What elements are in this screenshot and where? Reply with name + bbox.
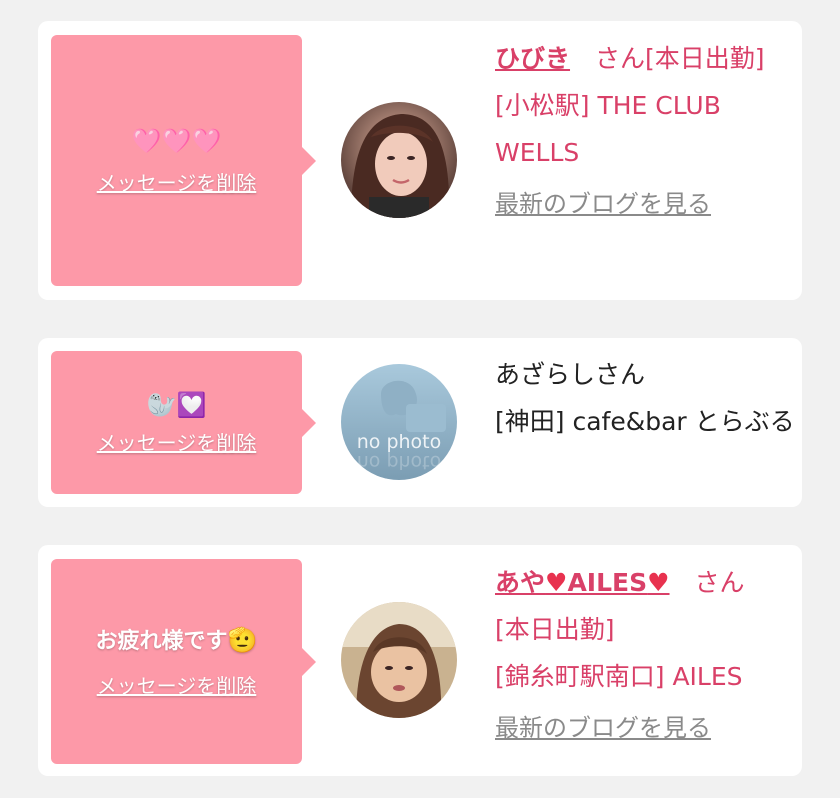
sender-name-link[interactable]: あや♥AILES♥ xyxy=(495,568,670,597)
avatar[interactable]: no photo no photo xyxy=(341,364,457,480)
heart-icon: ♥ xyxy=(647,568,670,597)
sender-name-part1: あや xyxy=(495,568,546,597)
heart-icon: ♥ xyxy=(545,568,568,597)
no-photo-label: no photo xyxy=(357,431,442,453)
sender-suffix: さん xyxy=(669,568,745,597)
working-today-label: [本日出勤] xyxy=(495,615,615,644)
message-emoji: 🫡 xyxy=(227,625,258,654)
sender-name-link[interactable]: ひびき xyxy=(495,44,570,73)
message-body: お疲れ様です xyxy=(95,628,228,654)
sender-suffix: さん[本日出勤] xyxy=(570,44,765,73)
message-info: あや♥AILES♥ さん [本日出勤] [錦糸町駅南口] AILES 最新のブロ… xyxy=(495,559,795,751)
message-bubble: 🦭💟 メッセージを削除 xyxy=(51,351,316,494)
message-emoji: 🩷🩷🩷 xyxy=(131,126,222,155)
avatar-photo xyxy=(341,602,457,718)
message-bubble: 🩷🩷🩷 メッセージを削除 xyxy=(51,35,316,286)
no-photo-placeholder: no photo no photo xyxy=(341,364,457,480)
blog-link[interactable]: 最新のブログを見る xyxy=(495,184,711,224)
shop-name: [小松駅] THE CLUB WELLS xyxy=(495,91,721,167)
message-info: ひびき さん[本日出勤] [小松駅] THE CLUB WELLS 最新のブログ… xyxy=(495,35,795,227)
message-card: お疲れ様です🫡 メッセージを削除 あや♥AILES♥ さん [本日出勤] [錦糸… xyxy=(38,545,802,776)
avatar-photo xyxy=(341,102,457,218)
no-photo-reflection: no photo xyxy=(357,451,442,473)
message-emoji: 🦭💟 xyxy=(146,390,207,419)
delete-message-link[interactable]: メッセージを削除 xyxy=(97,169,257,197)
shop-name: [錦糸町駅南口] AILES xyxy=(495,662,743,691)
sender-name-part2: AILES xyxy=(567,568,648,597)
message-bubble: お疲れ様です🫡 メッセージを削除 xyxy=(51,559,316,764)
message-info: あざらしさん [神田] cafe&bar とらぶる xyxy=(495,351,795,445)
delete-message-link[interactable]: メッセージを削除 xyxy=(97,672,257,700)
message-card: 🩷🩷🩷 メッセージを削除 ひびき さん[本日出勤] [小松駅] THE CLUB xyxy=(38,21,802,300)
blog-link[interactable]: 最新のブログを見る xyxy=(495,708,711,748)
avatar[interactable] xyxy=(341,102,457,218)
shop-name: [神田] cafe&bar とらぶる xyxy=(495,407,795,436)
sender-name: あざらしさん xyxy=(495,360,646,389)
message-text: お疲れ様です🫡 xyxy=(96,624,258,658)
message-card: 🦭💟 メッセージを削除 no photo no photo あざらしさん [神田… xyxy=(38,338,802,507)
delete-message-link[interactable]: メッセージを削除 xyxy=(97,429,257,457)
avatar[interactable] xyxy=(341,602,457,718)
